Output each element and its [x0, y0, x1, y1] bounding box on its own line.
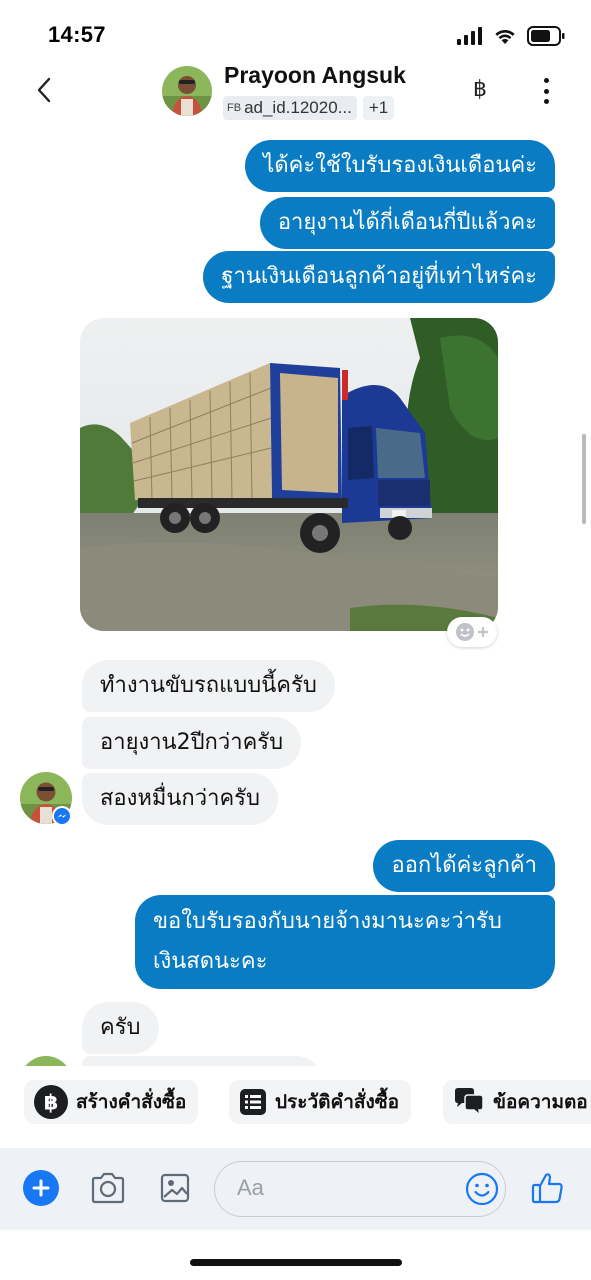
- message-line: เงินสดนะคะ: [153, 949, 268, 974]
- chat-header: Prayoon Angsuk FB ad_id.12020... +1 ฿: [0, 58, 591, 126]
- add-reaction-button[interactable]: [447, 617, 497, 647]
- add-attachment-button[interactable]: [23, 1170, 59, 1206]
- order-history-button[interactable]: ประวัติคำสั่งซื้อ: [229, 1080, 412, 1124]
- chat-bubbles-icon: [455, 1088, 484, 1117]
- messenger-badge: [52, 806, 72, 826]
- scroll-indicator[interactable]: [582, 434, 586, 524]
- signal-icon: [457, 27, 482, 45]
- home-indicator[interactable]: [190, 1259, 402, 1266]
- back-button[interactable]: [28, 72, 60, 108]
- saved-replies-label: ข้อความตอ: [493, 1091, 588, 1113]
- svg-text:฿: ฿: [44, 1091, 59, 1115]
- camera-icon: [91, 1172, 125, 1204]
- message-bubble-outgoing[interactable]: ได้ค่ะใช้ใบรับรองเงินเดือนค่ะ: [245, 140, 555, 192]
- camera-button[interactable]: [90, 1172, 126, 1208]
- avatar-photo: [20, 1056, 72, 1066]
- message-input[interactable]: Aa: [214, 1161, 506, 1217]
- dot-icon: [543, 99, 549, 104]
- order-history-label: ประวัติคำสั่งซื้อ: [275, 1091, 400, 1113]
- extra-count-chip[interactable]: +1: [362, 96, 395, 120]
- like-button[interactable]: [530, 1170, 566, 1210]
- message-bubble-incoming[interactable]: สองหมื่นกว่าครับ: [82, 773, 278, 825]
- order-list-icon: [240, 1089, 266, 1115]
- create-order-label: สร้างคำสั่งซื้อ: [76, 1091, 187, 1113]
- message-bubble-outgoing[interactable]: ออกได้ค่ะลูกค้า: [373, 840, 555, 892]
- contact-avatar[interactable]: [162, 66, 212, 116]
- image-icon: [160, 1173, 190, 1203]
- message-line: ขอใบรับรองกับนายจ้างมานะคะว่ารับ: [153, 909, 502, 934]
- status-icons: [457, 26, 565, 46]
- battery-icon: [527, 26, 565, 46]
- message-bubble-incoming[interactable]: อายุงาน2ปีกว่าครับ: [82, 717, 302, 769]
- dot-icon: [543, 88, 549, 94]
- dot-icon: [543, 78, 549, 83]
- ad-id: ad_id.12020...: [244, 98, 352, 117]
- message-bubble-incoming[interactable]: ทำงานขับรถแบบนี้ครับ: [82, 660, 335, 712]
- emoji-icon: [456, 623, 474, 641]
- ad-info: FB ad_id.12020... +1: [223, 96, 395, 120]
- truck-photo: [80, 318, 498, 631]
- photo-message[interactable]: [80, 318, 498, 631]
- saved-replies-button[interactable]: ข้อความตอ: [443, 1080, 591, 1124]
- message-bubble-incoming[interactable]: ครับ: [82, 1002, 159, 1054]
- create-order-button[interactable]: ฿ สร้างคำสั่งซื้อ: [24, 1080, 199, 1124]
- message-bubble-outgoing[interactable]: ฐานเงินเดือนลูกค้าอยู่ที่เท่าไหร่คะ: [203, 251, 555, 303]
- status-time: 14:57: [48, 22, 106, 47]
- baht-icon[interactable]: ฿: [467, 74, 493, 104]
- message-list[interactable]: ได้ค่ะใช้ใบรับรองเงินเดือนค่ะ อายุงานได้…: [0, 126, 591, 1066]
- message-bubble-incoming[interactable]: [82, 1056, 322, 1066]
- chevron-left-icon: [37, 77, 51, 103]
- wifi-icon: [495, 29, 515, 44]
- fb-badge: FB: [227, 102, 242, 114]
- message-input-placeholder: Aa: [237, 1175, 264, 1200]
- avatar-photo: [162, 66, 212, 116]
- plus-icon: [32, 1179, 50, 1197]
- more-options-button[interactable]: [534, 76, 558, 106]
- message-bubble-outgoing[interactable]: ขอใบรับรองกับนายจ้างมานะคะว่ารับ เงินสดน…: [135, 895, 555, 989]
- baht-circle-icon: ฿: [34, 1085, 68, 1119]
- contact-name: Prayoon Angsuk: [224, 62, 406, 88]
- message-bubble-outgoing[interactable]: อายุงานได้กี่เดือนกี่ปีแล้วคะ: [259, 197, 555, 249]
- quick-actions-bar: ฿ สร้างคำสั่งซื้อ ประวัติคำสั่งซื้อ ข้อค…: [0, 1066, 591, 1146]
- plus-icon: [478, 627, 488, 637]
- gallery-button[interactable]: [160, 1172, 190, 1208]
- emoji-button[interactable]: [465, 1172, 499, 1210]
- messenger-icon: [54, 808, 70, 824]
- sender-avatar[interactable]: [20, 1056, 72, 1066]
- thumbs-up-icon: [531, 1173, 563, 1204]
- smile-icon: [465, 1172, 499, 1206]
- composer-bar: Aa: [0, 1148, 591, 1230]
- ad-id-chip[interactable]: FB ad_id.12020...: [223, 96, 357, 120]
